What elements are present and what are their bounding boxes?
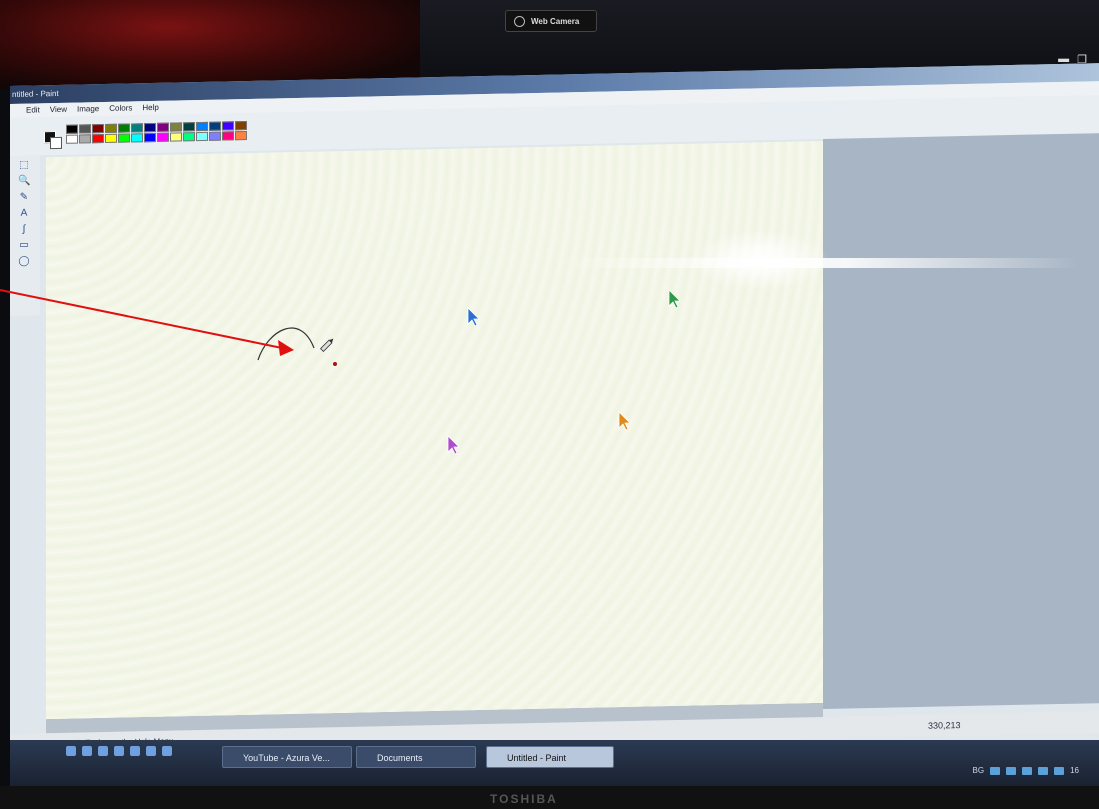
- menu-view[interactable]: View: [50, 103, 67, 117]
- color-swatch[interactable]: [66, 124, 78, 134]
- task-documents[interactable]: Documents: [356, 746, 476, 768]
- color-swatch[interactable]: [79, 134, 91, 144]
- camera-icon: [514, 15, 525, 27]
- menu-image[interactable]: Image: [77, 102, 99, 116]
- tray-icon[interactable]: [1022, 766, 1033, 775]
- quick-launch-icon[interactable]: [162, 746, 172, 756]
- color-swatch[interactable]: [144, 132, 156, 143]
- quick-launch-icon[interactable]: [114, 746, 124, 756]
- tray-icon[interactable]: [1006, 766, 1017, 775]
- task-youtube[interactable]: YouTube - Azura Ve...: [222, 746, 352, 768]
- color-swatch[interactable]: [170, 132, 182, 142]
- quick-launch-icon[interactable]: [146, 746, 156, 756]
- pencil-icon[interactable]: ✎: [18, 192, 30, 204]
- color-swatch[interactable]: [105, 123, 117, 134]
- language-indicator[interactable]: BG: [973, 766, 985, 775]
- tray-icon[interactable]: [990, 766, 1001, 775]
- color-swatch[interactable]: [183, 132, 195, 142]
- color-swatch[interactable]: [118, 133, 130, 143]
- quick-launch: [66, 746, 172, 756]
- canvas-workspace: [823, 133, 1099, 709]
- task-label: Untitled - Paint: [507, 753, 567, 763]
- color-swatch[interactable]: [131, 123, 143, 133]
- color-swatch[interactable]: [235, 131, 247, 141]
- magnifier-icon[interactable]: 🔍: [18, 176, 30, 188]
- cursor-coordinates: 330,213: [928, 720, 961, 731]
- color-swatch[interactable]: [183, 122, 195, 132]
- brand-logo: TOSHIBA: [490, 792, 558, 806]
- menu-edit[interactable]: Edit: [26, 103, 40, 117]
- current-colors[interactable]: [44, 131, 62, 150]
- menu-help[interactable]: Help: [142, 101, 158, 115]
- task-label: YouTube - Azura Ve...: [243, 753, 330, 763]
- taskbar: YouTube - Azura Ve... Documents Untitled…: [10, 740, 1099, 786]
- color-swatch[interactable]: [105, 133, 117, 144]
- color-swatch[interactable]: [170, 122, 182, 132]
- color-swatch[interactable]: [131, 133, 143, 143]
- tool-box: ⬚ 🔍 ✎ A ∫ ▭ ◯: [10, 155, 40, 316]
- clock[interactable]: 16: [1070, 766, 1079, 775]
- light-streak: [560, 258, 1080, 268]
- color-swatch[interactable]: [222, 121, 234, 131]
- color-palette: [66, 121, 247, 144]
- quick-launch-icon[interactable]: [82, 746, 92, 756]
- color-swatch[interactable]: [209, 121, 221, 131]
- color-swatch[interactable]: [66, 134, 78, 144]
- volume-icon[interactable]: [1054, 766, 1065, 775]
- color-swatch[interactable]: [157, 132, 169, 142]
- color-swatch[interactable]: [196, 121, 208, 132]
- background-color[interactable]: [50, 136, 62, 150]
- color-swatch[interactable]: [235, 121, 247, 131]
- select-icon[interactable]: ⬚: [18, 160, 30, 172]
- system-tray: BG 16: [973, 766, 1079, 775]
- quick-launch-icon[interactable]: [98, 746, 108, 756]
- webcam-label: Web Camera: [505, 10, 597, 32]
- color-swatch[interactable]: [92, 134, 104, 144]
- red-reflection: [0, 0, 420, 90]
- tray-icon[interactable]: [1038, 766, 1049, 775]
- menu-colors[interactable]: Colors: [109, 101, 132, 115]
- task-label: Documents: [377, 753, 423, 763]
- color-swatch[interactable]: [209, 131, 221, 141]
- color-swatch[interactable]: [118, 123, 130, 133]
- quick-launch-icon[interactable]: [130, 746, 140, 756]
- window-title: ntitled - Paint: [12, 88, 59, 99]
- color-swatch[interactable]: [157, 122, 169, 132]
- color-swatch[interactable]: [144, 122, 156, 133]
- color-swatch[interactable]: [92, 124, 104, 134]
- rectangle-icon[interactable]: ▭: [18, 240, 30, 252]
- color-swatch[interactable]: [222, 131, 234, 141]
- color-swatch[interactable]: [196, 131, 208, 142]
- quick-launch-icon[interactable]: [66, 746, 76, 756]
- screen: ntitled - Paint Edit View Image Colors H…: [10, 63, 1099, 776]
- curve-icon[interactable]: ∫: [18, 224, 30, 236]
- task-paint[interactable]: Untitled - Paint: [486, 746, 614, 768]
- text-icon[interactable]: A: [18, 208, 30, 220]
- color-swatch[interactable]: [79, 124, 91, 134]
- drawing-canvas[interactable]: [46, 140, 823, 720]
- ellipse-icon[interactable]: ◯: [18, 256, 30, 268]
- webcam-text: Web Camera: [531, 16, 580, 26]
